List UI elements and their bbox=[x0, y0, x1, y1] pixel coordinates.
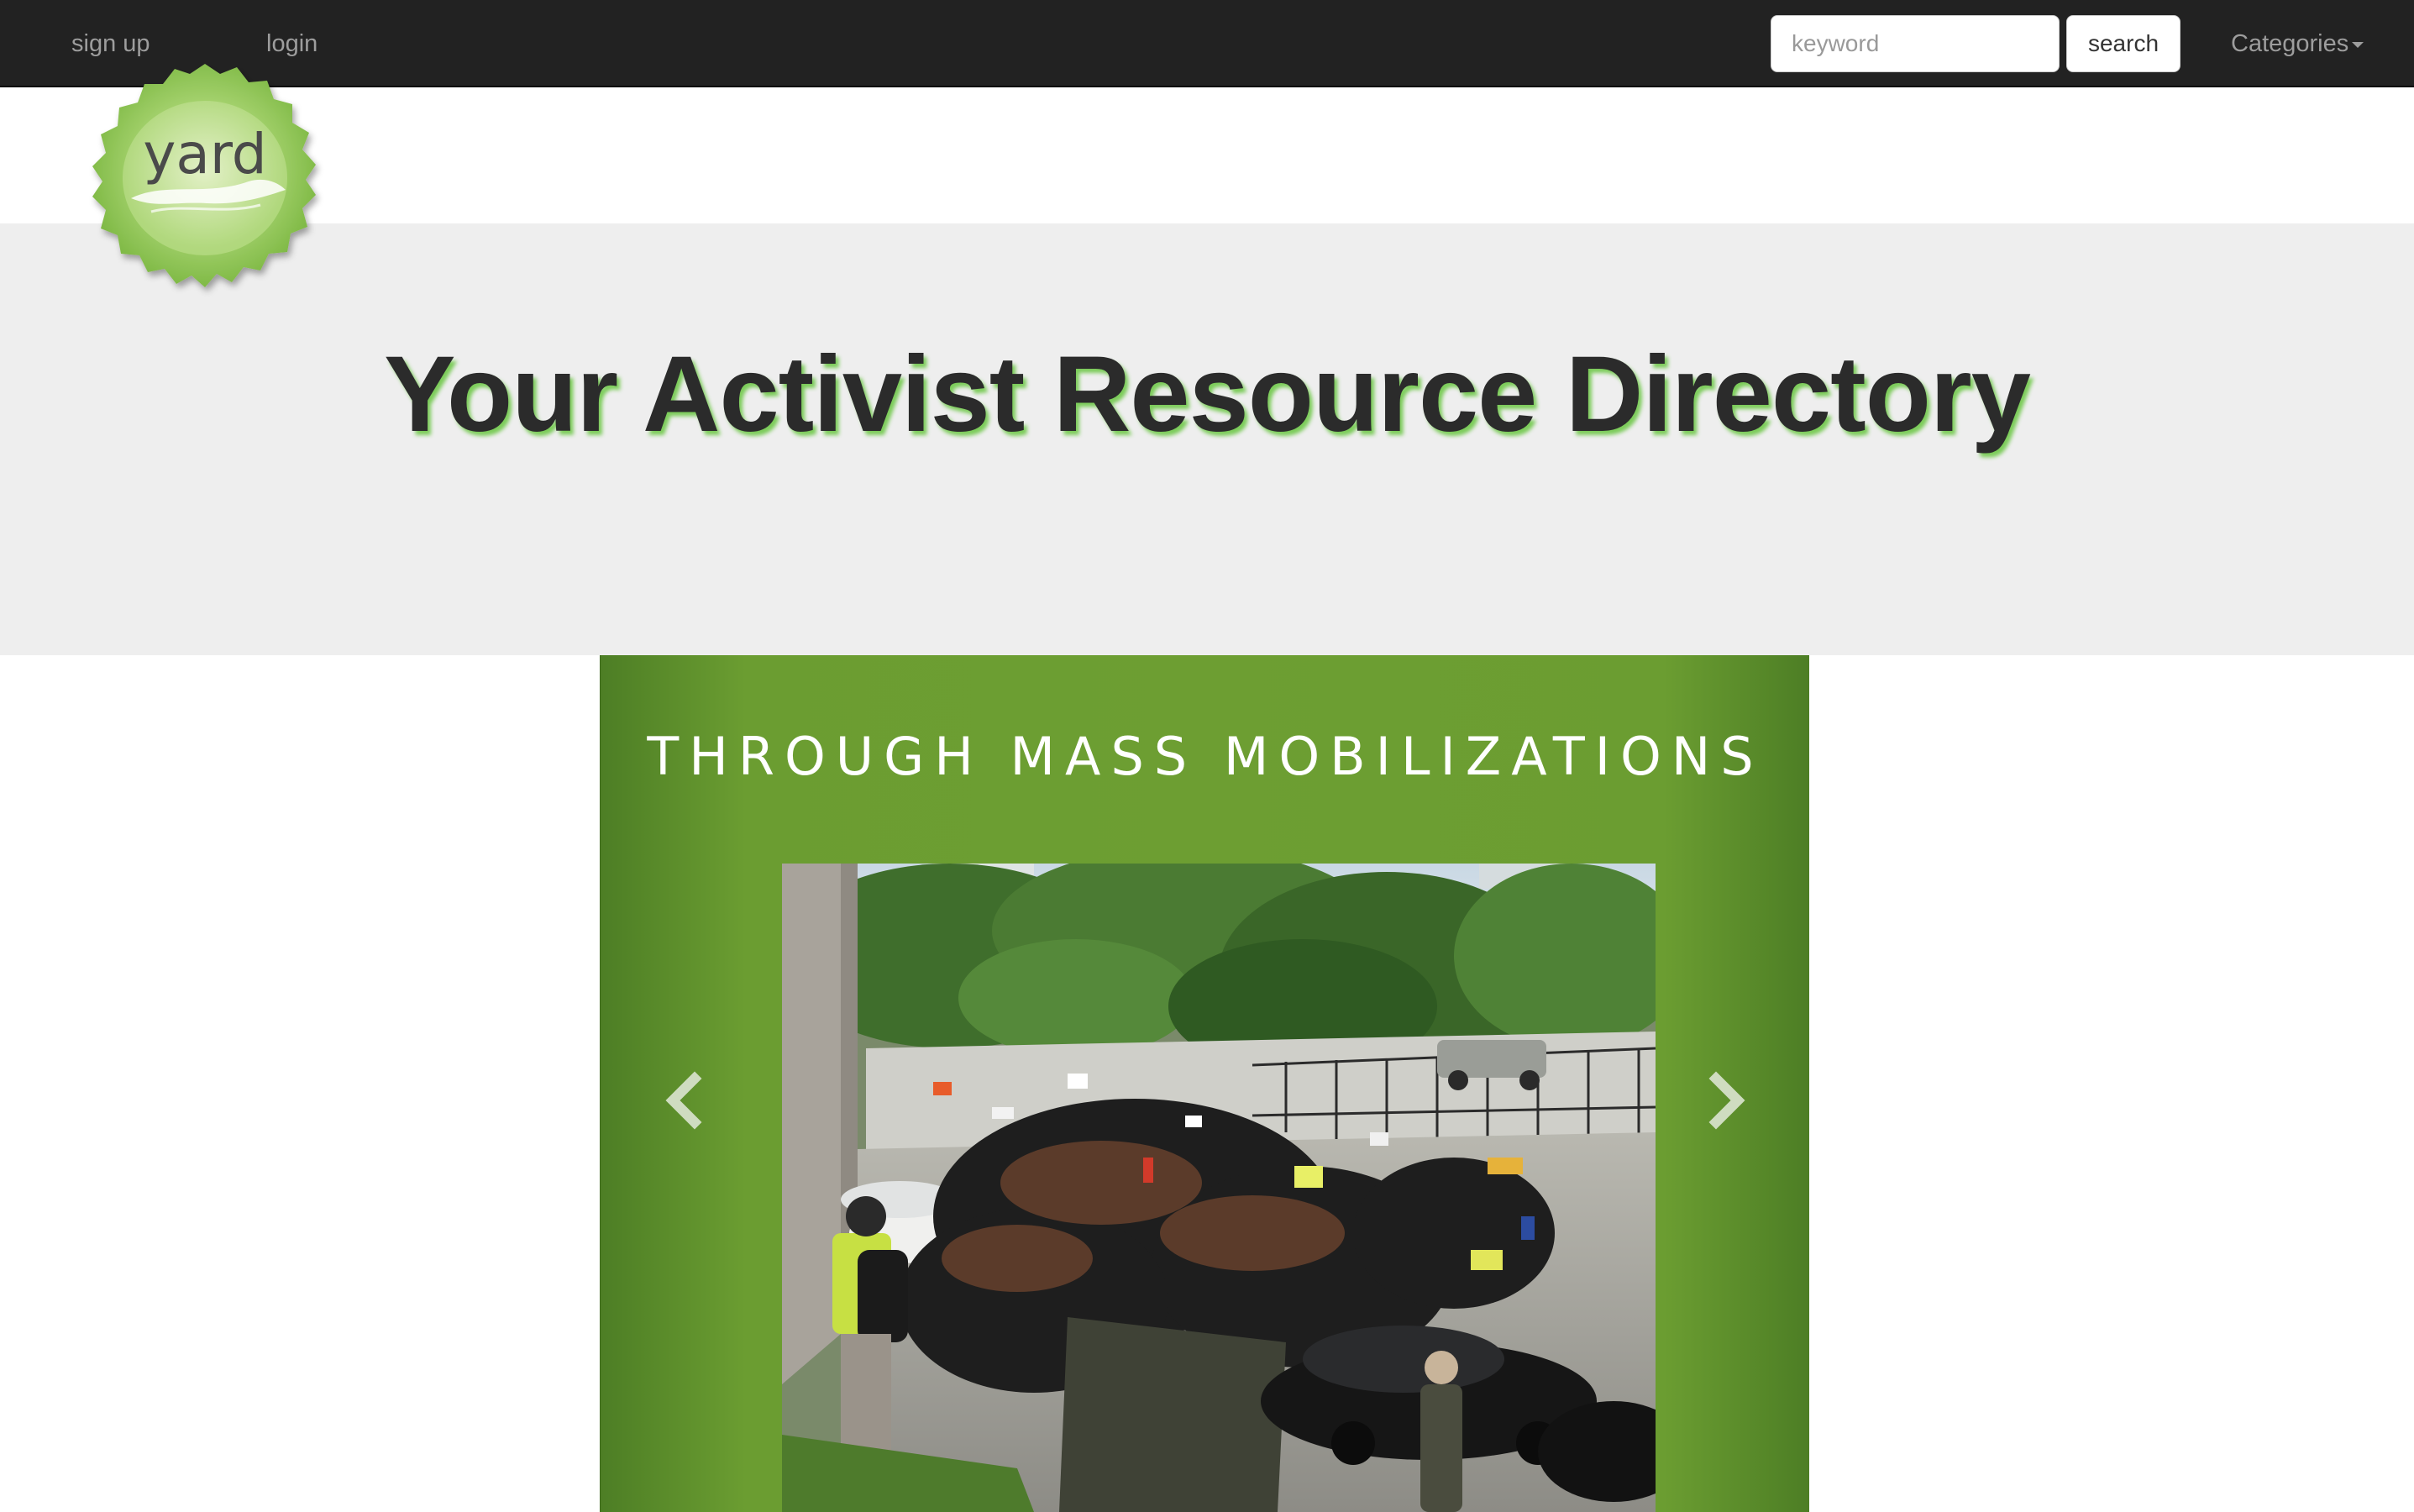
top-navbar: sign up login search Categories bbox=[0, 0, 2414, 87]
jumbotron: Your Activist Resource Directory bbox=[0, 223, 2414, 655]
crowd-protest-photo bbox=[782, 864, 1656, 1512]
logo-text: yard bbox=[143, 122, 266, 186]
carousel-next-button[interactable] bbox=[1692, 1067, 1760, 1134]
search-button[interactable]: search bbox=[2066, 15, 2180, 72]
image-carousel: THROUGH MASS MOBILIZATIONS bbox=[600, 655, 1809, 1512]
categories-dropdown[interactable]: Categories bbox=[2231, 25, 2364, 62]
yard-logo[interactable]: yard bbox=[81, 55, 329, 304]
page-title: Your Activist Resource Directory bbox=[384, 334, 2031, 454]
chevron-right-icon bbox=[1708, 1071, 1745, 1130]
yard-leaf-logo-icon: yard bbox=[92, 64, 316, 287]
categories-label: Categories bbox=[2231, 30, 2349, 57]
carousel-prev-button[interactable] bbox=[651, 1067, 718, 1134]
caret-down-icon bbox=[2352, 41, 2364, 48]
slide-heading: THROUGH MASS MOBILIZATIONS bbox=[647, 726, 1764, 787]
chevron-left-icon bbox=[665, 1071, 702, 1130]
search-input[interactable] bbox=[1771, 15, 2060, 72]
